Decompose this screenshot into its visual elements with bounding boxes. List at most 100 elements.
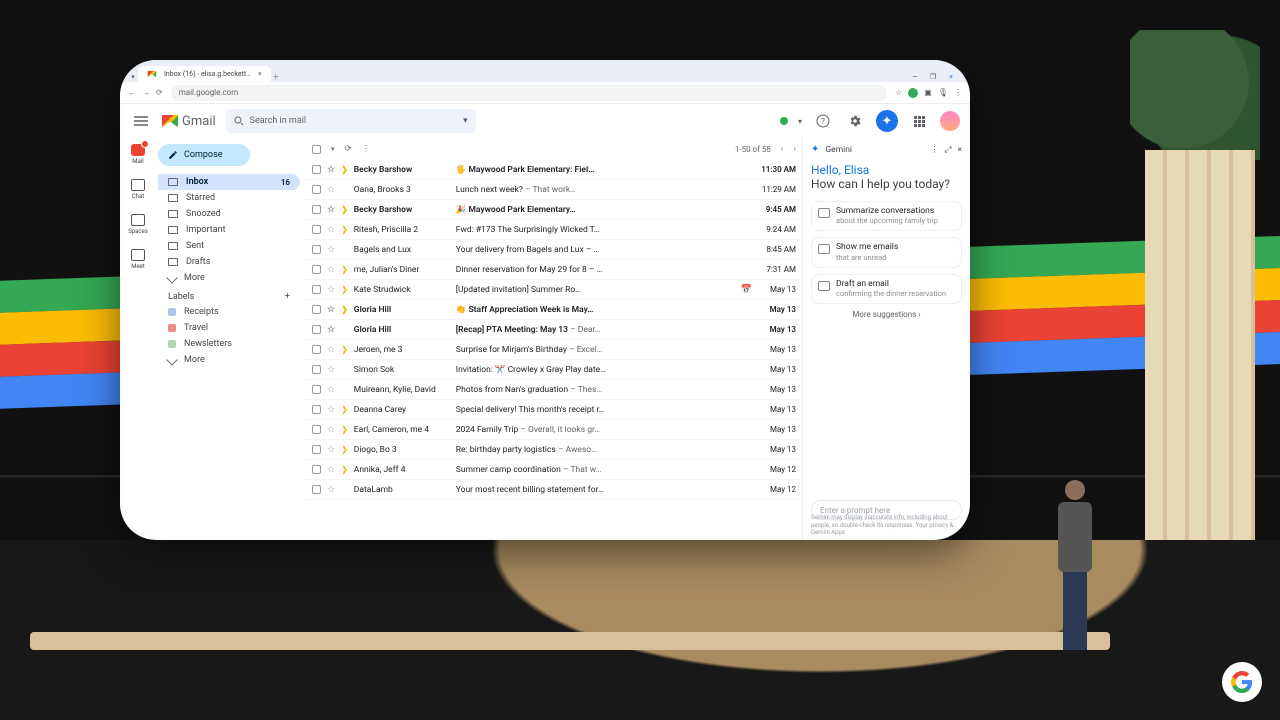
compose-button[interactable]: Compose bbox=[158, 144, 250, 166]
browser-tab[interactable]: Inbox (16) - elisa.g.beckett… × bbox=[138, 66, 271, 82]
email-row[interactable]: ☆❯Kate Strudwick[Updated invitation] Sum… bbox=[306, 280, 802, 300]
more-actions-icon[interactable]: ⋮ bbox=[362, 144, 371, 154]
email-row[interactable]: ☆❯Oana, Brooks 3Lunch next week? – That … bbox=[306, 180, 802, 200]
importance-marker-icon[interactable]: ❯ bbox=[341, 325, 348, 334]
star-icon[interactable]: ☆ bbox=[327, 345, 335, 355]
star-icon[interactable]: ☆ bbox=[327, 225, 335, 235]
extension-icon[interactable]: ▣ bbox=[924, 88, 932, 97]
email-row[interactable]: ☆❯me, Julian's DinerDinner reservation f… bbox=[306, 260, 802, 280]
rail-mail[interactable]: Mail bbox=[131, 144, 145, 165]
importance-marker-icon[interactable]: ❯ bbox=[341, 285, 348, 294]
row-checkbox[interactable] bbox=[312, 425, 321, 434]
importance-marker-icon[interactable]: ❯ bbox=[341, 345, 348, 354]
row-checkbox[interactable] bbox=[312, 365, 321, 374]
email-row[interactable]: ☆❯Ritesh, Priscilla 2Fwd: #173 The Surpr… bbox=[306, 220, 802, 240]
email-row[interactable]: ☆❯Becky Barshow🖐️ Maywood Park Elementar… bbox=[306, 160, 802, 180]
window-restore-icon[interactable]: ❐ bbox=[928, 72, 938, 82]
importance-marker-icon[interactable]: ❯ bbox=[341, 365, 348, 374]
gemini-suggestion[interactable]: Summarize conversationsabout the upcomin… bbox=[811, 201, 962, 231]
sidebar-label-receipts[interactable]: Receipts bbox=[158, 304, 300, 320]
star-icon[interactable]: ☆ bbox=[327, 185, 335, 195]
new-tab-button[interactable]: ＋ bbox=[271, 72, 281, 82]
star-icon[interactable]: ☆ bbox=[327, 405, 335, 415]
sidebar-folder-drafts[interactable]: Drafts bbox=[158, 254, 300, 270]
help-icon[interactable]: ? bbox=[812, 110, 834, 132]
status-active-dot-icon[interactable] bbox=[780, 117, 788, 125]
star-icon[interactable]: ☆ bbox=[327, 165, 335, 175]
row-checkbox[interactable] bbox=[312, 405, 321, 414]
email-row[interactable]: ☆❯Earl, Cameron, me 42024 Family Trip – … bbox=[306, 420, 802, 440]
url-field[interactable]: mail.google.com bbox=[171, 85, 887, 101]
status-chevron-icon[interactable]: ▾ bbox=[798, 117, 802, 126]
star-icon[interactable]: ☆ bbox=[327, 325, 335, 335]
settings-gear-icon[interactable] bbox=[844, 110, 866, 132]
search-input[interactable]: Search in mail ▾ bbox=[226, 109, 476, 133]
star-icon[interactable]: ☆ bbox=[327, 465, 335, 475]
rail-chat[interactable]: Chat bbox=[131, 179, 145, 200]
panel-close-icon[interactable]: × bbox=[957, 145, 962, 155]
star-icon[interactable]: ☆ bbox=[327, 285, 335, 295]
sidebar-label-newsletters[interactable]: Newsletters bbox=[158, 336, 300, 352]
importance-marker-icon[interactable]: ❯ bbox=[341, 245, 348, 254]
select-options-icon[interactable]: ▾ bbox=[331, 145, 335, 153]
sidebar-folder-more[interactable]: More bbox=[158, 270, 300, 286]
row-checkbox[interactable] bbox=[312, 225, 321, 234]
importance-marker-icon[interactable]: ❯ bbox=[341, 445, 348, 454]
refresh-list-icon[interactable]: ⟳ bbox=[345, 144, 352, 154]
email-row[interactable]: ☆❯Annika, Jeff 4Summer camp coordination… bbox=[306, 460, 802, 480]
gmail-logo[interactable]: Gmail bbox=[162, 114, 216, 129]
star-icon[interactable]: ☆ bbox=[327, 205, 335, 215]
bookmark-star-icon[interactable]: ☆ bbox=[895, 88, 902, 97]
account-avatar[interactable] bbox=[940, 111, 960, 131]
row-checkbox[interactable] bbox=[312, 265, 321, 274]
row-checkbox[interactable] bbox=[312, 385, 321, 394]
email-row[interactable]: ☆❯Deanna CareySpecial delivery! This mon… bbox=[306, 400, 802, 420]
importance-marker-icon[interactable]: ❯ bbox=[341, 425, 348, 434]
row-checkbox[interactable] bbox=[312, 445, 321, 454]
row-checkbox[interactable] bbox=[312, 345, 321, 354]
nav-back-icon[interactable]: ← bbox=[128, 88, 136, 97]
importance-marker-icon[interactable]: ❯ bbox=[341, 185, 348, 194]
importance-marker-icon[interactable]: ❯ bbox=[341, 385, 348, 394]
gemini-suggestion[interactable]: Draft an emailconfirming the dinner rese… bbox=[811, 274, 962, 304]
star-icon[interactable]: ☆ bbox=[327, 365, 335, 375]
star-icon[interactable]: ☆ bbox=[327, 425, 335, 435]
gemini-suggestion[interactable]: Show me emailsthat are unread bbox=[811, 237, 962, 267]
star-icon[interactable]: ☆ bbox=[327, 305, 335, 315]
row-checkbox[interactable] bbox=[312, 325, 321, 334]
row-checkbox[interactable] bbox=[312, 205, 321, 214]
email-row[interactable]: ☆❯Gloria Hill[Recap] PTA Meeting: May 13… bbox=[306, 320, 802, 340]
rail-meet[interactable]: Meet bbox=[131, 249, 145, 270]
row-checkbox[interactable] bbox=[312, 285, 321, 294]
row-checkbox[interactable] bbox=[312, 465, 321, 474]
email-row[interactable]: ☆❯Muireann, Kylie, DavidPhotos from Nan'… bbox=[306, 380, 802, 400]
importance-marker-icon[interactable]: ❯ bbox=[341, 305, 348, 314]
search-options-icon[interactable]: ▾ bbox=[463, 116, 468, 126]
sidebar-folder-starred[interactable]: Starred bbox=[158, 190, 300, 206]
star-icon[interactable]: ☆ bbox=[327, 265, 335, 275]
add-label-icon[interactable]: + bbox=[285, 292, 290, 302]
importance-marker-icon[interactable]: ❯ bbox=[341, 465, 348, 474]
sidebar-folder-snoozed[interactable]: Snoozed bbox=[158, 206, 300, 222]
profile-chip-icon[interactable] bbox=[908, 88, 918, 98]
tab-close-icon[interactable]: × bbox=[255, 69, 265, 79]
window-minimize-icon[interactable]: — bbox=[910, 72, 920, 82]
email-row[interactable]: ☆❯Becky Barshow🎉 Maywood Park Elementary… bbox=[306, 200, 802, 220]
importance-marker-icon[interactable]: ❯ bbox=[341, 405, 348, 414]
star-icon[interactable]: ☆ bbox=[327, 485, 335, 495]
row-checkbox[interactable] bbox=[312, 305, 321, 314]
star-icon[interactable]: ☆ bbox=[327, 245, 335, 255]
select-all-checkbox[interactable] bbox=[312, 145, 321, 154]
nav-refresh-icon[interactable]: ⟳ bbox=[156, 88, 163, 97]
row-checkbox[interactable] bbox=[312, 245, 321, 254]
row-checkbox[interactable] bbox=[312, 165, 321, 174]
row-checkbox[interactable] bbox=[312, 485, 321, 494]
email-row[interactable]: ☆❯Gloria Hill👏 Staff Appreciation Week i… bbox=[306, 300, 802, 320]
sidebar-folder-important[interactable]: Important bbox=[158, 222, 300, 238]
row-checkbox[interactable] bbox=[312, 185, 321, 194]
panel-menu-icon[interactable]: ⋮ bbox=[930, 145, 939, 155]
importance-marker-icon[interactable]: ❯ bbox=[341, 205, 348, 214]
email-row[interactable]: ☆❯Diogo, Bo 3Re: birthday party logistic… bbox=[306, 440, 802, 460]
sidebar-label-more[interactable]: More bbox=[158, 352, 300, 368]
sidebar-label-travel[interactable]: Travel bbox=[158, 320, 300, 336]
